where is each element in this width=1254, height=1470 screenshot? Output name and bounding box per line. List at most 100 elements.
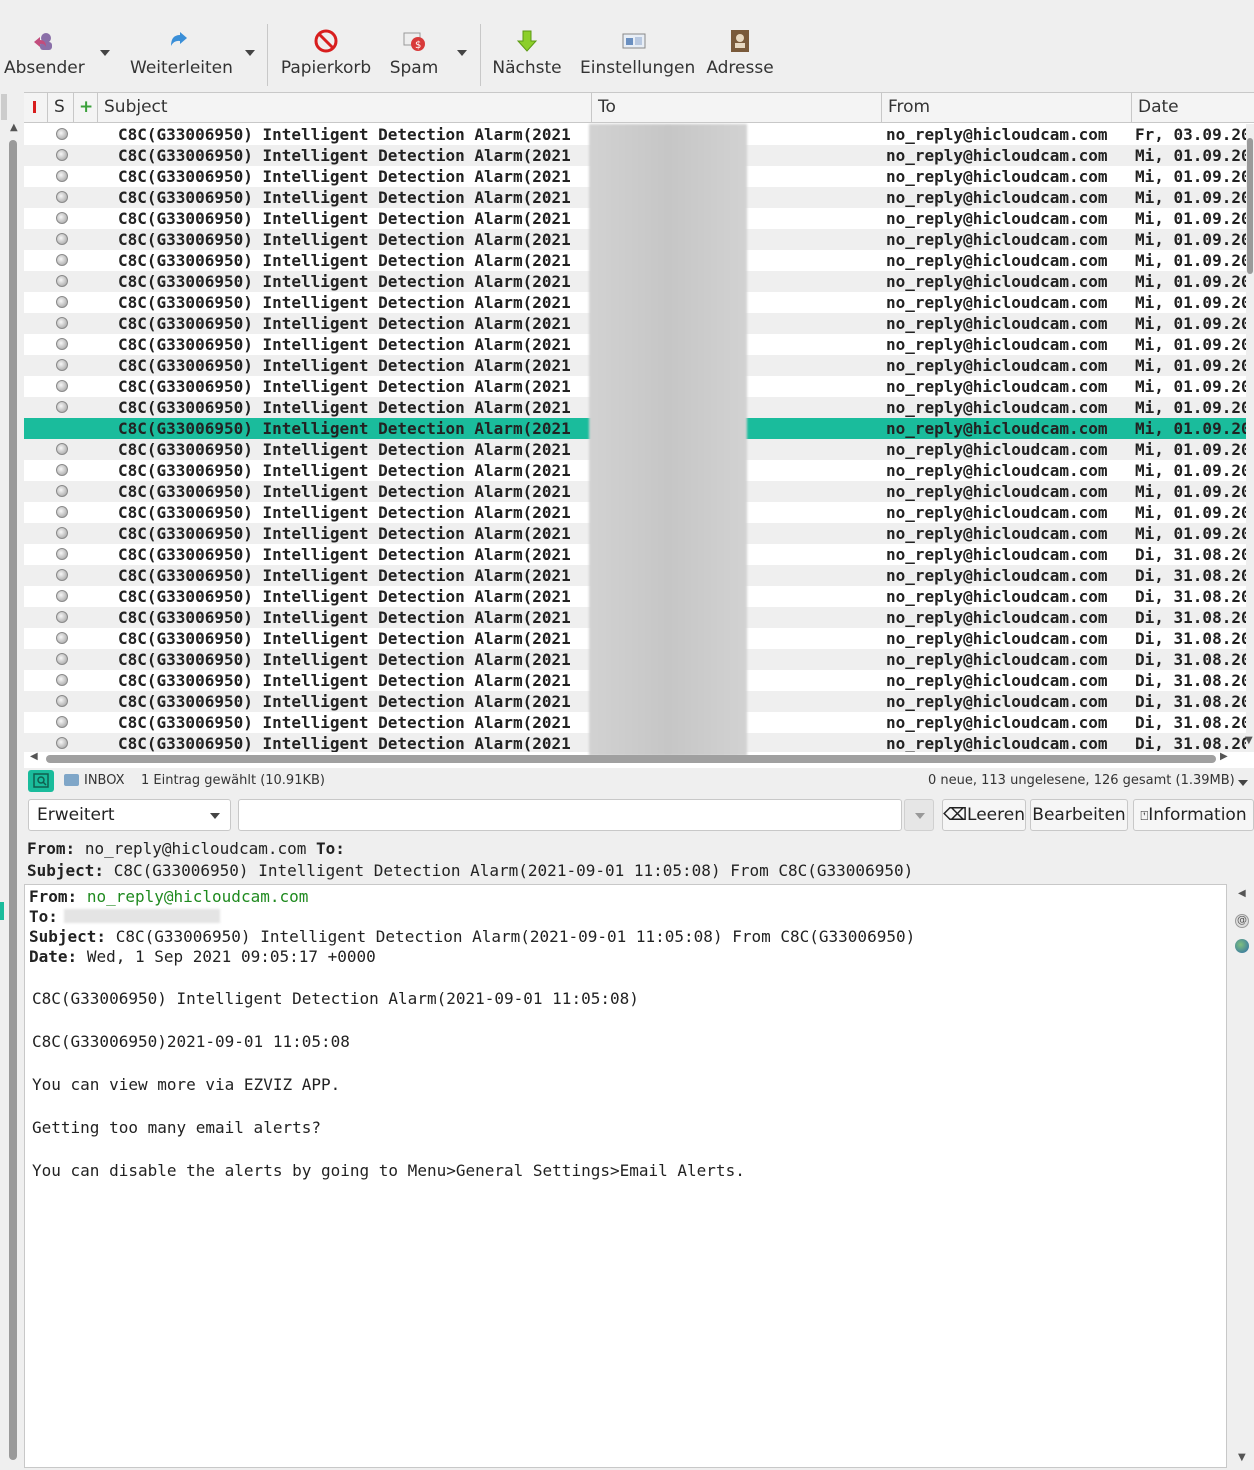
unread-status-icon[interactable] (56, 254, 68, 266)
row-from: no_reply@hicloudcam.com (886, 314, 1108, 333)
search-mode-select[interactable]: Erweitert (28, 799, 231, 831)
message-view[interactable]: From: no_reply@hicloudcam.com To: Subjec… (24, 884, 1227, 1468)
summary-from-address[interactable]: no_reply@hicloudcam.com (85, 839, 307, 858)
address-book-button[interactable]: Adresse (706, 22, 774, 86)
from-address-link[interactable]: no_reply@hicloudcam.com (87, 887, 309, 906)
collapse-arrow-icon[interactable]: ◀ (1238, 888, 1246, 899)
list-horizontal-scrollbar[interactable] (46, 755, 1216, 763)
column-date[interactable]: Date (1132, 93, 1254, 123)
trash-icon (314, 29, 338, 53)
column-to[interactable]: To (592, 93, 882, 123)
unread-status-icon[interactable] (56, 149, 68, 161)
status-selection: 1 Eintrag gewählt (10.91KB) (141, 773, 325, 788)
row-date: Mi, 01.09.2021 (1135, 356, 1246, 375)
list-scroll-left-arrow[interactable]: ◀ (30, 751, 38, 762)
list-scroll-right-arrow[interactable]: ▶ (1220, 751, 1228, 762)
row-date: Mi, 01.09.2021 (1135, 251, 1246, 270)
row-from: no_reply@hicloudcam.com (886, 188, 1108, 207)
search-history-dropdown[interactable] (904, 799, 934, 831)
unread-status-icon[interactable] (56, 296, 68, 308)
column-add[interactable]: + (74, 93, 98, 123)
scroll-down-arrow[interactable]: ▼ (1238, 1452, 1246, 1463)
quick-search-icon[interactable] (28, 770, 54, 792)
unread-status-icon[interactable] (56, 464, 68, 476)
unread-status-icon[interactable] (56, 359, 68, 371)
column-status[interactable]: S (48, 93, 74, 123)
settings-button[interactable]: Einstellungen (580, 22, 695, 86)
column-flag[interactable] (24, 93, 48, 123)
unread-status-icon[interactable] (56, 191, 68, 203)
unread-status-icon[interactable] (56, 653, 68, 665)
row-date: Mi, 01.09.2021 (1135, 482, 1246, 501)
unread-status-icon[interactable] (56, 233, 68, 245)
unread-status-icon[interactable] (56, 338, 68, 350)
row-subject: C8C(G33006950) Intelligent Detection Ala… (118, 209, 571, 228)
toolbar: Absender Weiterleiten Papierkorb $ Spam … (0, 0, 1254, 92)
unread-status-icon[interactable] (56, 401, 68, 413)
unread-status-icon[interactable] (56, 275, 68, 287)
unread-status-icon[interactable] (56, 737, 68, 749)
unread-status-icon[interactable] (56, 380, 68, 392)
spam-dropdown-arrow[interactable] (457, 50, 467, 56)
row-date: Mi, 01.09.2021 (1135, 335, 1246, 354)
clear-button[interactable]: ⌫Leeren (942, 799, 1026, 831)
status-menu-arrow[interactable] (1238, 780, 1248, 786)
information-button[interactable]: ⍞Information (1133, 799, 1254, 831)
unread-status-icon[interactable] (56, 506, 68, 518)
unread-status-icon[interactable] (56, 443, 68, 455)
next-button[interactable]: Nächste (492, 22, 562, 86)
row-subject: C8C(G33006950) Intelligent Detection Ala… (118, 461, 571, 480)
reply-dropdown-arrow[interactable] (100, 50, 110, 56)
forward-dropdown-arrow[interactable] (245, 50, 255, 56)
unread-status-icon[interactable] (56, 632, 68, 644)
row-date: Di, 31.08.2021 (1135, 734, 1246, 752)
spam-button[interactable]: $ Spam (386, 22, 442, 86)
summary-subject-line: Subject: C8C(G33006950) Intelligent Dete… (27, 861, 914, 880)
unread-status-icon[interactable] (56, 212, 68, 224)
trash-button[interactable]: Papierkorb (280, 22, 372, 86)
unread-status-icon[interactable] (56, 716, 68, 728)
column-from[interactable]: From (882, 93, 1132, 123)
search-input[interactable] (238, 799, 902, 831)
unread-status-icon[interactable] (56, 170, 68, 182)
unread-status-icon[interactable] (56, 590, 68, 602)
status-bar: INBOX 1 Eintrag gewählt (10.91KB) 0 neue… (24, 768, 1254, 794)
scroll-up-arrow[interactable]: ▲ (10, 122, 18, 133)
left-scrollbar[interactable] (9, 140, 17, 1460)
row-subject: C8C(G33006950) Intelligent Detection Ala… (118, 566, 571, 585)
row-from: no_reply@hicloudcam.com (886, 398, 1108, 417)
unread-status-icon[interactable] (56, 527, 68, 539)
row-subject: C8C(G33006950) Intelligent Detection Ala… (118, 125, 571, 144)
row-subject: C8C(G33006950) Intelligent Detection Ala… (118, 146, 571, 165)
column-subject[interactable]: Subject (98, 93, 592, 123)
unread-status-icon[interactable] (56, 611, 68, 623)
reply-sender-button[interactable]: Absender (4, 22, 85, 86)
row-date: Mi, 01.09.2021 (1135, 230, 1246, 249)
settings-icon (622, 33, 646, 49)
unread-status-icon[interactable] (56, 128, 68, 140)
unread-status-icon[interactable] (56, 485, 68, 497)
row-date: Mi, 01.09.2021 (1135, 461, 1246, 480)
row-subject: C8C(G33006950) Intelligent Detection Ala… (118, 629, 571, 648)
unread-status-icon[interactable] (56, 548, 68, 560)
body-line: C8C(G33006950)2021-09-01 11:05:08 (32, 1032, 350, 1051)
list-scroll-down-arrow[interactable]: ▼ (1245, 735, 1253, 746)
row-subject: C8C(G33006950) Intelligent Detection Ala… (118, 377, 571, 396)
unread-status-icon[interactable] (56, 695, 68, 707)
row-date: Di, 31.08.2021 (1135, 587, 1246, 606)
row-subject: C8C(G33006950) Intelligent Detection Ala… (118, 230, 571, 249)
forward-button[interactable]: Weiterleiten (130, 22, 233, 86)
row-from: no_reply@hicloudcam.com (886, 293, 1108, 312)
unread-status-icon[interactable] (56, 317, 68, 329)
unread-status-icon[interactable] (56, 569, 68, 581)
row-from: no_reply@hicloudcam.com (886, 419, 1108, 438)
row-date: Mi, 01.09.2021 (1135, 146, 1246, 165)
row-subject: C8C(G33006950) Intelligent Detection Ala… (118, 713, 571, 732)
unread-status-icon[interactable] (56, 674, 68, 686)
edit-button[interactable]: Bearbeiten (1030, 799, 1128, 831)
at-sign-icon[interactable]: @ (1235, 914, 1249, 928)
clear-icon: ⌫ (943, 805, 968, 825)
list-vertical-scroll-thumb[interactable] (1247, 138, 1253, 274)
globe-icon[interactable] (1235, 939, 1249, 953)
pane-edge (1, 94, 7, 120)
